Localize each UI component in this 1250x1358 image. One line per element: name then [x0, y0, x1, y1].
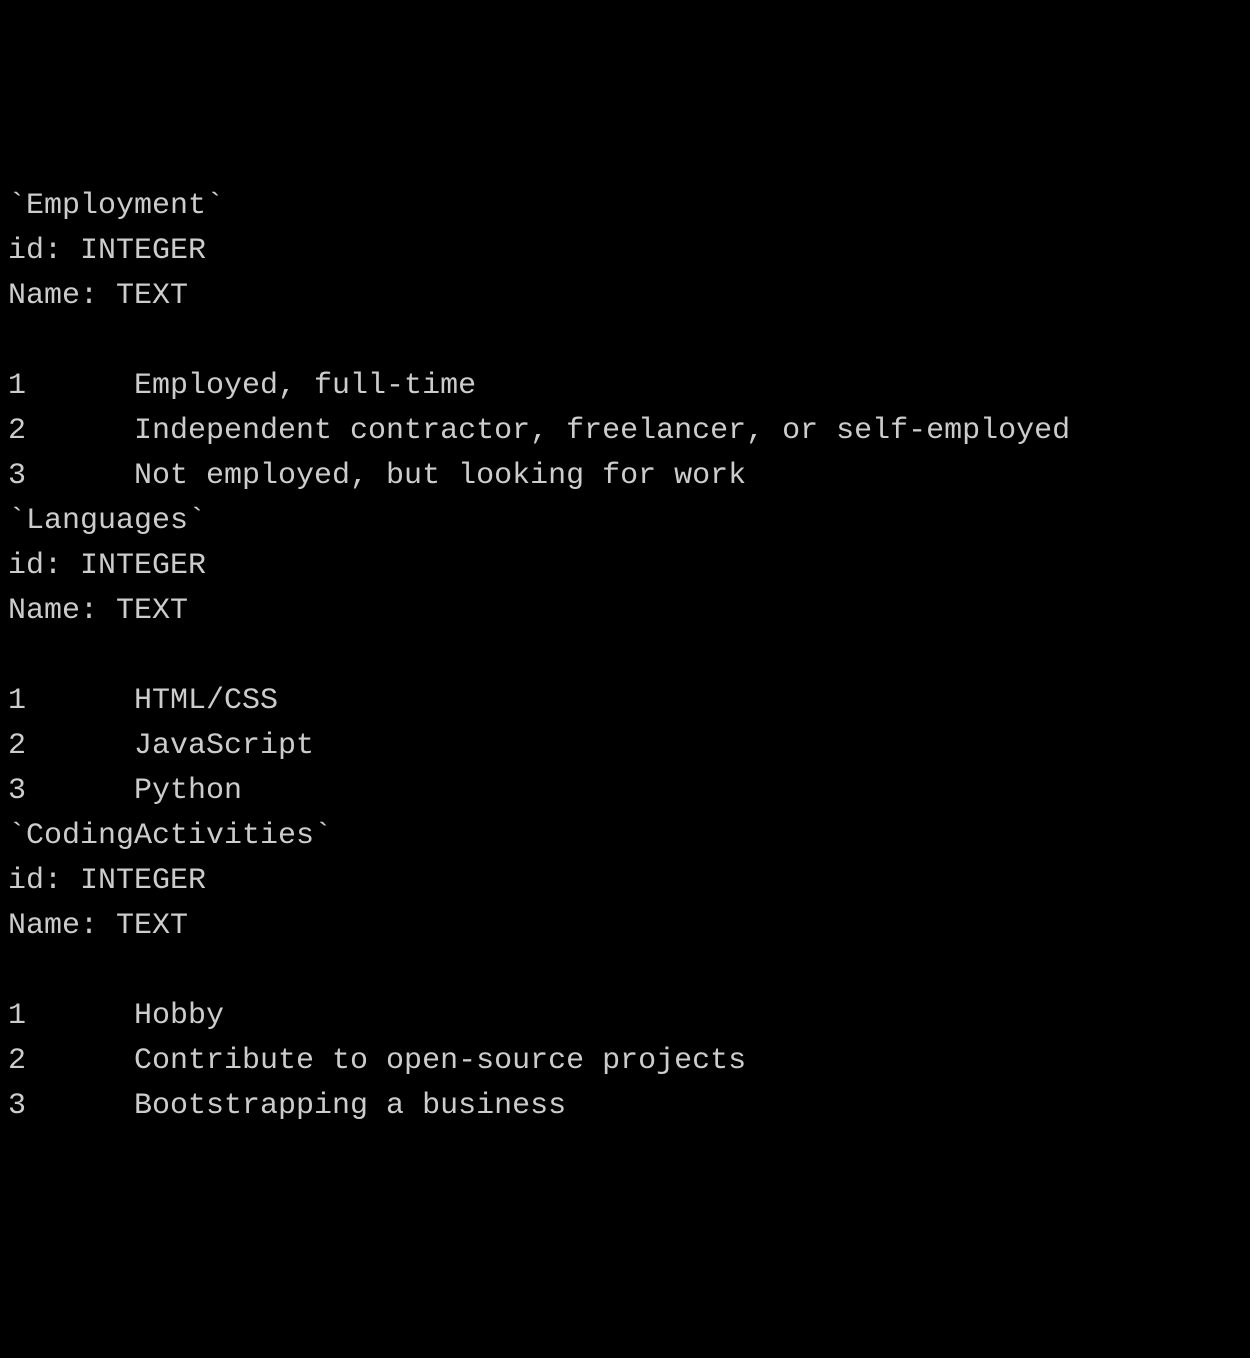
column-def: Name: TEXT [8, 274, 1242, 319]
table-row: 1HTML/CSS [8, 679, 1242, 724]
row-id: 3 [8, 1084, 134, 1129]
row-id: 2 [8, 724, 134, 769]
table-name: `CodingActivities` [8, 814, 1242, 859]
row-name: JavaScript [134, 724, 1242, 769]
table-row: 2Contribute to open-source projects [8, 1039, 1242, 1084]
column-def: Name: TEXT [8, 904, 1242, 949]
row-id: 1 [8, 679, 134, 724]
row-name: Independent contractor, freelancer, or s… [134, 409, 1242, 454]
row-id: 2 [8, 409, 134, 454]
terminal-output: `Employment`id: INTEGERName: TEXT 1Emplo… [8, 184, 1242, 1129]
table-name: `Employment` [8, 184, 1242, 229]
column-def: id: INTEGER [8, 229, 1242, 274]
column-def: Name: TEXT [8, 589, 1242, 634]
row-id: 1 [8, 364, 134, 409]
table-row: 2JavaScript [8, 724, 1242, 769]
row-name: Not employed, but looking for work [134, 454, 1242, 499]
column-def: id: INTEGER [8, 544, 1242, 589]
row-name: Employed, full-time [134, 364, 1242, 409]
row-name: Bootstrapping a business [134, 1084, 1242, 1129]
table-row: 3Bootstrapping a business [8, 1084, 1242, 1129]
row-id: 2 [8, 1039, 134, 1084]
table-row: 1Employed, full-time [8, 364, 1242, 409]
table-block: `Employment`id: INTEGERName: TEXT 1Emplo… [8, 184, 1242, 499]
table-row: 1Hobby [8, 994, 1242, 1039]
row-id: 1 [8, 994, 134, 1039]
row-name: Hobby [134, 994, 1242, 1039]
row-id: 3 [8, 454, 134, 499]
table-row: 3Not employed, but looking for work [8, 454, 1242, 499]
table-row: 3Python [8, 769, 1242, 814]
row-name: HTML/CSS [134, 679, 1242, 724]
row-name: Contribute to open-source projects [134, 1039, 1242, 1084]
blank-line [8, 319, 1242, 364]
row-id: 3 [8, 769, 134, 814]
table-name: `Languages` [8, 499, 1242, 544]
column-def: id: INTEGER [8, 859, 1242, 904]
blank-line [8, 634, 1242, 679]
table-row: 2Independent contractor, freelancer, or … [8, 409, 1242, 454]
row-name: Python [134, 769, 1242, 814]
table-block: `Languages`id: INTEGERName: TEXT 1HTML/C… [8, 499, 1242, 814]
